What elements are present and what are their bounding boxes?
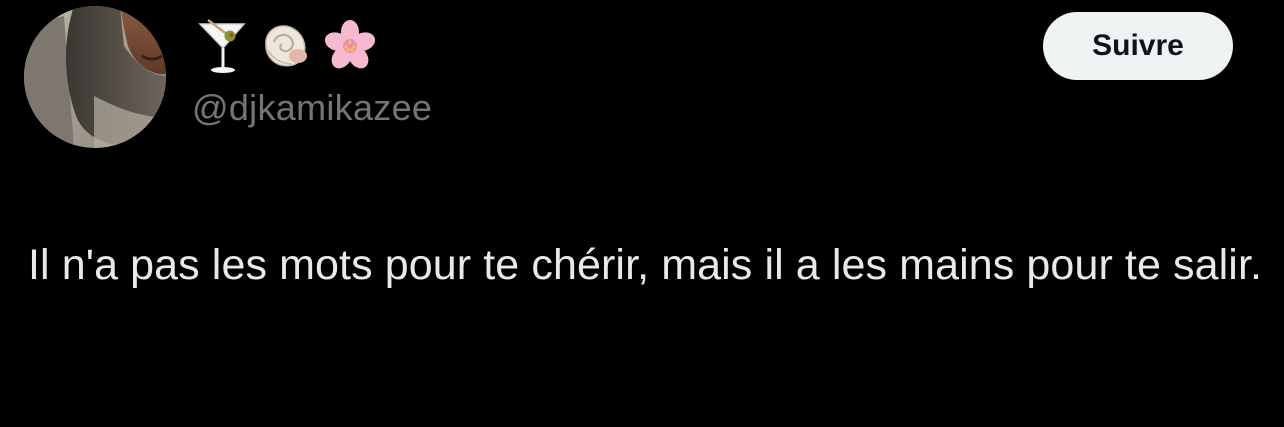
user-handle[interactable]: @djkamikazee — [192, 86, 432, 130]
avatar[interactable] — [24, 6, 166, 148]
martini-glass-icon — [198, 19, 246, 73]
cherry-blossom-icon — [324, 20, 376, 69]
display-name[interactable] — [194, 14, 378, 78]
avatar-image — [24, 6, 166, 148]
tweet-card: @djkamikazee Suivre Il n'a pas les mots … — [0, 0, 1284, 427]
spiral-shell-icon — [265, 25, 307, 67]
follow-button[interactable]: Suivre — [1043, 12, 1233, 80]
tweet-text: Il n'a pas les mots pour te chérir, mais… — [28, 241, 1263, 289]
